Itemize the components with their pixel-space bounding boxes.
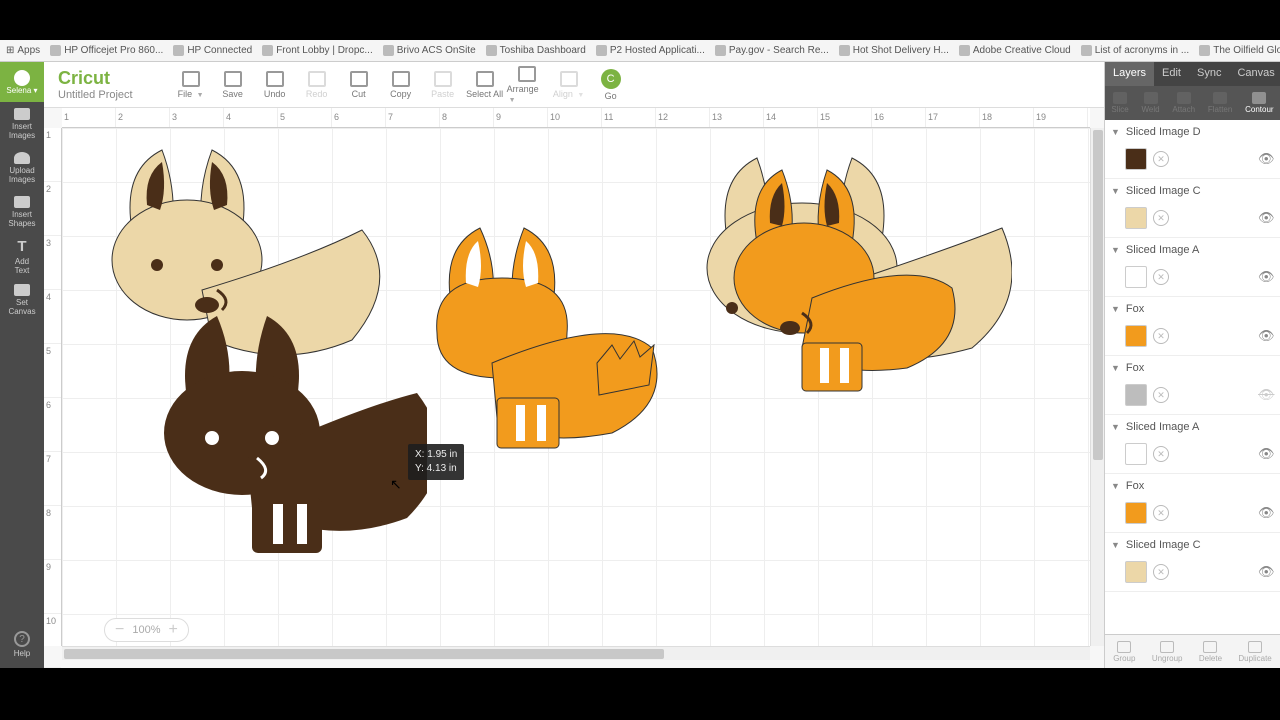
cursor-icon: ↖ [390,476,402,493]
tab-canvas[interactable]: Canvas [1229,62,1280,86]
set-canvas-button[interactable]: Set Canvas [8,278,35,322]
visibility-toggle[interactable]: 👁 [1258,446,1274,462]
tab-edit[interactable]: Edit [1154,62,1189,86]
topbar: Cricut Untitled Project File ▼SaveUndoRe… [44,62,1104,108]
zoom-in-button[interactable]: + [168,621,177,639]
paste-button[interactable]: Paste [423,66,463,104]
zoom-out-button[interactable]: − [115,621,124,639]
duplicate-button[interactable]: Duplicate [1238,641,1271,663]
go-button[interactable]: CGo [591,66,631,104]
layer-group[interactable]: ▼Fox✕👁 [1105,356,1280,415]
ruler-vertical: 12345678910 [44,128,62,646]
layer-group[interactable]: ▼Sliced Image A✕👁 [1105,415,1280,474]
slice-button[interactable]: Slice [1111,92,1128,114]
visibility-toggle[interactable]: 👁 [1258,328,1274,344]
tab-layers[interactable]: Layers [1105,62,1154,86]
layer-group[interactable]: ▼Fox✕👁 [1105,297,1280,356]
visibility-toggle[interactable]: 👁 [1258,387,1274,403]
bookmark[interactable]: HP Connected [173,45,252,56]
canvas-area[interactable]: 12345678910111213141516171819 1234567891… [44,108,1104,668]
visibility-toggle[interactable]: 👁 [1258,564,1274,580]
left-toolrail: Selena ▾ Insert Images Upload Images Ins… [0,62,44,668]
bookmark[interactable]: Adobe Creative Cloud [959,45,1071,56]
bookmark[interactable]: Pay.gov - Search Re... [715,45,829,56]
zoom-control[interactable]: − 100% + [104,618,189,642]
panel-bottom-ops: Group Ungroup Delete Duplicate [1105,634,1280,668]
right-panel: Layers Edit Sync Canvas Slice Weld Attac… [1104,62,1280,668]
file-button[interactable]: File ▼ [171,66,211,104]
upload-images-button[interactable]: Upload Images [9,146,35,190]
layer-group[interactable]: ▼Sliced Image A✕👁 [1105,238,1280,297]
bookmark[interactable]: Front Lobby | Dropc... [262,45,373,56]
save-button[interactable]: Save [213,66,253,104]
horizontal-scrollbar[interactable] [62,646,1090,660]
tab-sync[interactable]: Sync [1189,62,1229,86]
brand: Cricut Untitled Project [58,68,133,101]
fox-brown[interactable] [157,308,427,558]
layers-list: ▼Sliced Image D✕👁▼Sliced Image C✕👁▼Slice… [1105,120,1280,634]
layer-group[interactable]: ▼Fox✕👁 [1105,474,1280,533]
bookmark[interactable]: P2 Hosted Applicati... [596,45,705,56]
apps-icon[interactable]: ⊞ Apps [6,45,40,56]
delete-button[interactable]: Delete [1199,641,1222,663]
project-name[interactable]: Untitled Project [58,89,133,101]
undo-button[interactable]: Undo [255,66,295,104]
help-button[interactable]: ?Help [14,631,30,658]
design-mat[interactable]: X: 1.95 inY: 4.13 in ↖ [62,128,1090,646]
layer-group[interactable]: ▼Sliced Image C✕👁 [1105,179,1280,238]
redo-button[interactable]: Redo [297,66,337,104]
align-button[interactable]: Align ▼ [549,66,589,104]
visibility-toggle[interactable]: 👁 [1258,210,1274,226]
weld-button[interactable]: Weld [1142,92,1160,114]
layer-group[interactable]: ▼Sliced Image D✕👁 [1105,120,1280,179]
position-tooltip: X: 1.95 inY: 4.13 in [408,444,464,480]
attach-button[interactable]: Attach [1172,92,1195,114]
panel-ops: Slice Weld Attach Flatten Contour [1105,86,1280,120]
fox-combined[interactable] [682,148,1012,408]
ruler-horizontal: 12345678910111213141516171819 [62,108,1090,128]
insert-images-button[interactable]: Insert Images [9,102,35,146]
selectall-button[interactable]: Select All [465,66,505,104]
panel-tabs: Layers Edit Sync Canvas [1105,62,1280,86]
bookmark[interactable]: HP Officejet Pro 860... [50,45,163,56]
bookmark[interactable]: The Oilfield Glossary... [1199,45,1280,56]
group-button[interactable]: Group [1113,641,1135,663]
insert-shapes-button[interactable]: Insert Shapes [8,190,35,234]
logo: Cricut [58,68,133,89]
bookmark[interactable]: Hot Shot Delivery H... [839,45,949,56]
visibility-toggle[interactable]: 👁 [1258,151,1274,167]
zoom-value: 100% [132,624,160,636]
add-text-button[interactable]: TAdd Text [15,234,30,278]
bookmark[interactable]: List of acronyms in ... [1081,45,1189,56]
browser-bookmarks-bar: ⊞ Apps HP Officejet Pro 860... HP Connec… [0,40,1280,62]
visibility-toggle[interactable]: 👁 [1258,269,1274,285]
arrange-button[interactable]: Arrange ▼ [507,66,547,104]
flatten-button[interactable]: Flatten [1208,92,1232,114]
visibility-toggle[interactable]: 👁 [1258,505,1274,521]
copy-button[interactable]: Copy [381,66,421,104]
user-menu[interactable]: Selena ▾ [0,62,44,102]
layer-group[interactable]: ▼Sliced Image C✕👁 [1105,533,1280,592]
bookmark[interactable]: Brivo ACS OnSite [383,45,476,56]
bookmark[interactable]: Toshiba Dashboard [486,45,586,56]
contour-button[interactable]: Contour [1245,92,1273,114]
fox-orange[interactable] [422,223,672,453]
cut-button[interactable]: Cut [339,66,379,104]
vertical-scrollbar[interactable] [1090,128,1104,646]
ungroup-button[interactable]: Ungroup [1152,641,1183,663]
